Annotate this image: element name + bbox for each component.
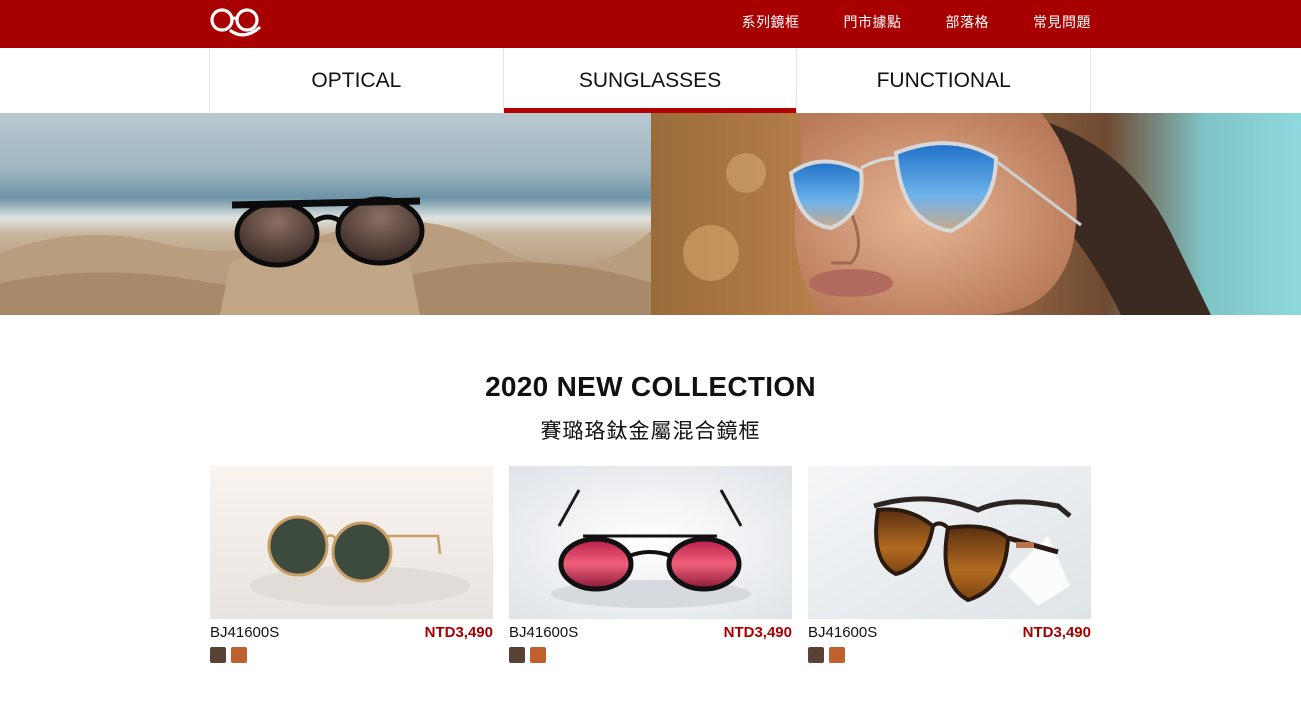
color-swatch-brown[interactable] — [210, 647, 226, 663]
nav-link-store-locations[interactable]: 門市據點 — [844, 12, 902, 32]
product-image-brown-tortoise[interactable] — [808, 466, 1091, 619]
hero-image-woman-aviators — [650, 113, 1301, 315]
collection-subtitle: 賽璐珞鈦金屬混合鏡框 — [540, 420, 761, 443]
product-card[interactable]: BJ41600S NTD3,490 — [808, 466, 1091, 663]
color-swatches — [210, 647, 493, 663]
color-swatches — [808, 647, 1091, 663]
nav-link-faq[interactable]: 常見問題 — [1033, 12, 1091, 32]
hero-image-sunglasses-on-sand — [0, 113, 651, 315]
glasses-logo-icon[interactable] — [209, 4, 265, 40]
tab-sunglasses[interactable]: SUNGLASSES — [502, 48, 797, 113]
top-nav: 系列鏡框 門市據點 部落格 常見問題 — [742, 0, 1092, 44]
nav-link-blog[interactable]: 部落格 — [946, 12, 990, 32]
product-card[interactable]: BJ41600S NTD3,490 — [210, 466, 493, 663]
product-name: BJ41600S — [210, 623, 280, 641]
product-card[interactable]: BJ41600S NTD3,490 — [509, 466, 792, 663]
category-tabs: OPTICAL SUNGLASSES FUNCTIONAL — [209, 48, 1092, 113]
color-swatch-brown[interactable] — [509, 647, 525, 663]
color-swatch-brown[interactable] — [808, 647, 824, 663]
product-image-red-mirror[interactable] — [509, 466, 792, 619]
nav-link-series-frames[interactable]: 系列鏡框 — [742, 12, 800, 32]
product-name: BJ41600S — [808, 623, 878, 641]
product-grid: BJ41600S NTD3,490 BJ41600S NTD3,490 BJ41… — [210, 466, 1091, 663]
collection-title: 2020 NEW COLLECTION — [485, 371, 816, 402]
tab-optical[interactable]: OPTICAL — [209, 48, 503, 113]
product-price: NTD3,490 — [1022, 623, 1091, 641]
product-image-round-gold[interactable] — [210, 466, 493, 619]
top-bar: 系列鏡框 門市據點 部落格 常見問題 — [0, 0, 1301, 48]
product-price: NTD3,490 — [723, 623, 792, 641]
color-swatch-orange[interactable] — [231, 647, 247, 663]
product-price: NTD3,490 — [424, 623, 493, 641]
color-swatch-orange[interactable] — [530, 647, 546, 663]
tab-functional[interactable]: FUNCTIONAL — [796, 48, 1092, 113]
color-swatches — [509, 647, 792, 663]
product-name: BJ41600S — [509, 623, 579, 641]
hero-banner — [0, 113, 1301, 315]
color-swatch-orange[interactable] — [829, 647, 845, 663]
